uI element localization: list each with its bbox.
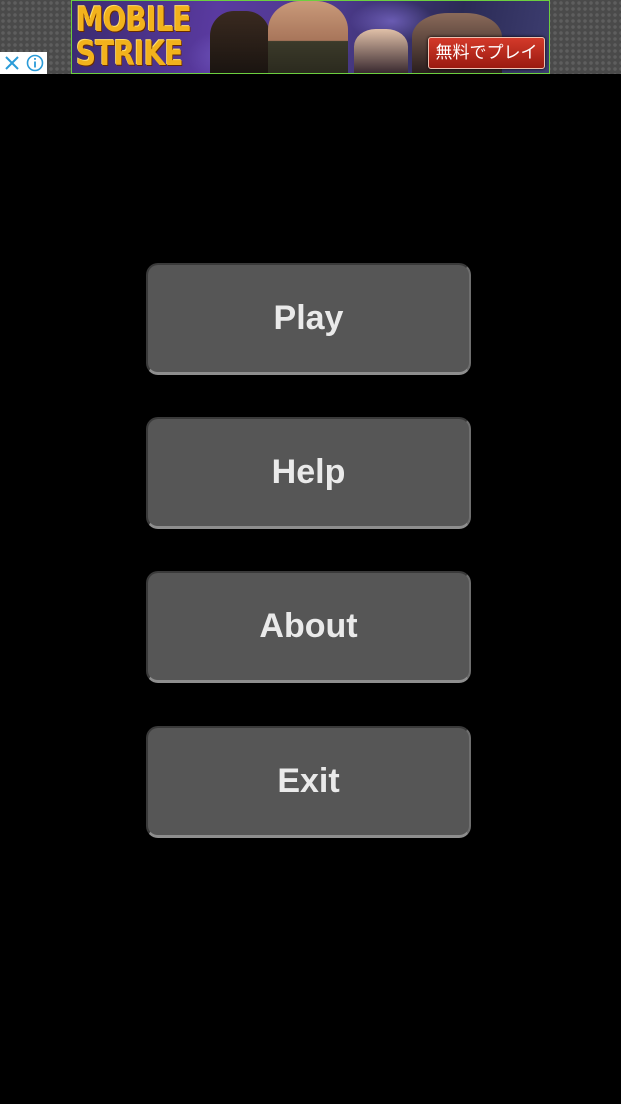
- ad-controls: [0, 52, 47, 74]
- ad-banner[interactable]: MOBILE STRIKE 無料でプレイ: [71, 0, 550, 74]
- ad-title: MOBILE STRIKE: [76, 0, 192, 74]
- about-button[interactable]: About: [146, 571, 471, 683]
- close-icon[interactable]: [0, 52, 23, 74]
- play-button[interactable]: Play: [146, 263, 471, 375]
- help-button[interactable]: Help: [146, 417, 471, 529]
- app-screen: MOBILE STRIKE 無料でプレイ Play Help About Exi…: [0, 0, 621, 1104]
- ad-bar: MOBILE STRIKE 無料でプレイ: [0, 0, 621, 74]
- ad-figure-center: [268, 1, 348, 73]
- ad-play-free-button[interactable]: 無料でプレイ: [428, 37, 545, 69]
- info-icon[interactable]: [23, 52, 46, 74]
- ad-figure-right: [354, 29, 408, 73]
- ad-figure-left: [210, 11, 270, 73]
- exit-button[interactable]: Exit: [146, 726, 471, 838]
